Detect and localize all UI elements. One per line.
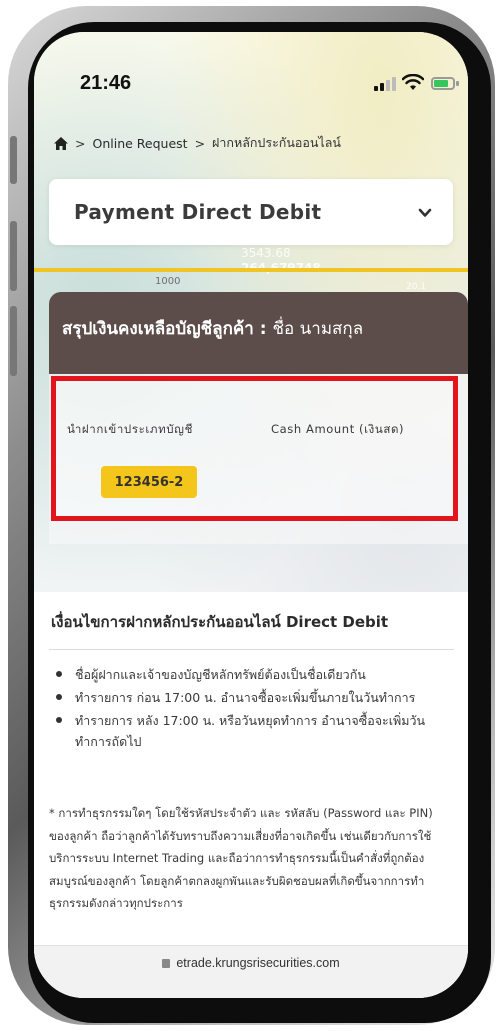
list-item: ทำรายการ ก่อน 17:00 น. อำนาจซื้อจะเพิ่มข… [51, 687, 456, 708]
customer-name: ชื่อ นามสกุล [272, 319, 364, 339]
terms-section: เงื่อนไขการฝากหลักประกันออนไลน์ Direct D… [34, 592, 468, 998]
breadcrumb: > Online Request > ฝากหลักประกันออนไลน์ [54, 133, 341, 153]
account-number-button[interactable]: 123456-2 [101, 466, 197, 498]
column-header-cash-amount: Cash Amount (เงินสด) [271, 422, 405, 436]
status-time: 21:46 [80, 72, 132, 94]
background-number: 20.1 [406, 282, 427, 292]
lock-icon [162, 959, 171, 968]
list-item: ชื่อผู้ฝากและเจ้าของบัญชีหลักทรัพย์ต้องเ… [51, 664, 456, 685]
breadcrumb-online-request[interactable]: Online Request [92, 136, 187, 151]
volume-down-button [10, 306, 17, 376]
breadcrumb-separator: > [75, 135, 86, 151]
payment-method-dropdown[interactable]: Payment Direct Debit [49, 179, 453, 245]
breadcrumb-separator: > [194, 135, 206, 151]
balance-summary-header: สรุปเงินคงเหลือบัญชีลูกค้า : ชื่อ นามสกุล [49, 292, 468, 374]
signal-icon [374, 86, 378, 91]
browser-address-bar[interactable]: etrade.krungsrisecurities.com [34, 945, 468, 998]
decorative-line [34, 268, 468, 272]
volume-up-button [10, 221, 17, 291]
phone-screen: 21:46 > Online Request > ฝากหลักประกันออ… [34, 32, 468, 998]
background-number: 1000 [155, 276, 181, 287]
status-icons [372, 74, 462, 96]
background-number: 3543.68 [241, 246, 291, 260]
home-icon[interactable] [54, 136, 68, 150]
account-highlight-box: นำฝากเข้าประเภทบัญชี Cash Amount (เงินสด… [51, 376, 458, 521]
url-text: etrade.krungsrisecurities.com [176, 956, 340, 970]
column-header-account-type: นำฝากเข้าประเภทบัญชี [67, 422, 193, 436]
mute-switch [10, 136, 17, 184]
balance-summary-title: สรุปเงินคงเหลือบัญชีลูกค้า : ชื่อ นามสกุล [62, 315, 363, 342]
breadcrumb-current: ฝากหลักประกันออนไลน์ [212, 135, 341, 150]
payment-method-selected: Payment Direct Debit [74, 200, 322, 224]
url-display: etrade.krungsrisecurities.com [34, 956, 468, 970]
wifi-icon [402, 74, 424, 90]
terms-note: * การทำธุรกรรมใดๆ โดยใช้รหัสประจำตัว และ… [49, 806, 433, 910]
terms-title: เงื่อนไขการฝากหลักประกันออนไลน์ Direct D… [51, 613, 389, 631]
list-item: ทำรายการ หลัง 17:00 น. หรือวันหยุดทำการ … [51, 710, 456, 752]
divider [49, 649, 454, 650]
terms-list: ชื่อผู้ฝากและเจ้าของบัญชีหลักทรัพย์ต้องเ… [51, 664, 456, 754]
summary-title-text: สรุปเงินคงเหลือบัญชีลูกค้า : [62, 319, 267, 339]
chevron-down-icon [418, 208, 432, 217]
battery-icon [431, 77, 455, 90]
